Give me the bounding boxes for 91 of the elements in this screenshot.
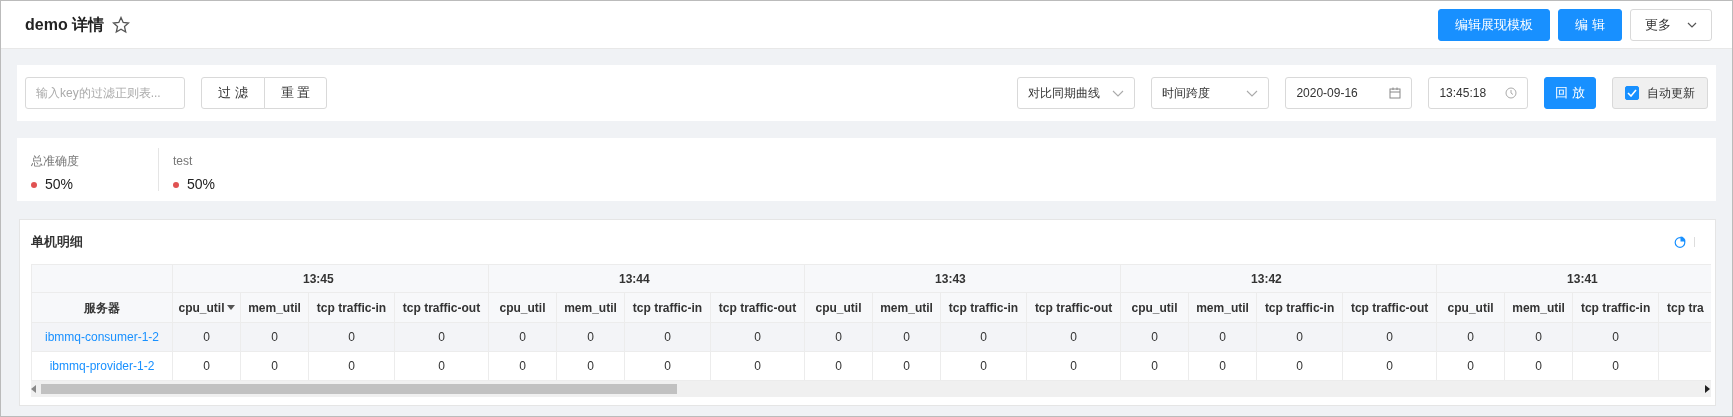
table-cell: 0 bbox=[1504, 322, 1573, 352]
column-header: mem_util bbox=[872, 292, 941, 323]
stat-value: 50% bbox=[187, 175, 216, 194]
column-header: tcp traffic-in bbox=[1572, 292, 1659, 323]
chevron-down-icon bbox=[1112, 89, 1125, 97]
stat-label: 总准确度 bbox=[31, 153, 80, 170]
column-header: mem_util bbox=[240, 292, 309, 323]
column-header: tcp traffic-out bbox=[710, 292, 805, 323]
table-cell: 0 bbox=[1188, 351, 1257, 381]
table-cell: 0 bbox=[710, 351, 805, 381]
column-header: mem_util bbox=[1188, 292, 1257, 323]
column-header: tcp traffic-out bbox=[1342, 292, 1437, 323]
column-header[interactable]: cpu_util bbox=[172, 292, 241, 323]
table-cell: 0 bbox=[1256, 322, 1343, 352]
auto-update-checkbox[interactable]: 自动更新 bbox=[1612, 77, 1708, 109]
column-header: mem_util bbox=[1504, 292, 1573, 323]
filter-button[interactable]: 重 置 bbox=[263, 77, 328, 109]
scrollbar[interactable] bbox=[31, 381, 1711, 397]
star-icon[interactable] bbox=[112, 15, 131, 34]
table-cell: 0 bbox=[940, 351, 1027, 381]
column-header: cpu_util bbox=[488, 292, 557, 323]
column-group-header: 13:44 bbox=[488, 264, 805, 293]
calendar-icon bbox=[1389, 87, 1402, 99]
column-header: tcp tra bbox=[1658, 292, 1711, 323]
table-cell: 0 bbox=[1572, 322, 1659, 352]
time-picker[interactable]: 13:45:18 bbox=[1428, 77, 1529, 109]
column-header: tcp traffic-out bbox=[1026, 292, 1121, 323]
column-header: mem_util bbox=[556, 292, 625, 323]
clock-icon bbox=[1505, 87, 1518, 99]
table-cell: 0 bbox=[1120, 322, 1189, 352]
scrollbar-thumb[interactable] bbox=[41, 384, 677, 394]
page-title: demo 详情 bbox=[25, 14, 105, 35]
table-cell: 0 bbox=[308, 322, 395, 352]
table-cell: 0 bbox=[1436, 351, 1505, 381]
column-header: cpu_util bbox=[1120, 292, 1189, 323]
column-header: tcp traffic-in bbox=[308, 292, 395, 323]
card-title: 单机明细 bbox=[31, 233, 83, 252]
stat-value: 50% bbox=[45, 175, 74, 194]
column-header: tcp traffic-in bbox=[940, 292, 1027, 323]
table-cell: 0 bbox=[1436, 322, 1505, 352]
table-cell: 0 bbox=[556, 322, 625, 352]
table-cell: 0 bbox=[394, 322, 489, 352]
column-header: tcp traffic-in bbox=[624, 292, 711, 323]
column-header: cpu_util bbox=[804, 292, 873, 323]
table-cell: 0 bbox=[940, 322, 1027, 352]
table-cell: 0 bbox=[1120, 351, 1189, 381]
pie-chart-icon[interactable] bbox=[1674, 236, 1686, 248]
stat-label: test bbox=[173, 153, 194, 170]
column-group-header: 13:43 bbox=[804, 264, 1121, 293]
table-cell: 0 bbox=[804, 322, 873, 352]
chevron-down-icon bbox=[1246, 89, 1259, 97]
filter-input[interactable]: 输入key的过滤正则表... bbox=[25, 77, 185, 109]
table-cell: 0 bbox=[488, 322, 557, 352]
check-icon bbox=[1627, 89, 1637, 97]
table-cell: 0 bbox=[240, 322, 309, 352]
scroll-left-icon bbox=[31, 385, 37, 393]
select-dropdown[interactable]: 对比同期曲线 bbox=[1017, 77, 1136, 109]
date-picker[interactable]: 2020-09-16 bbox=[1285, 77, 1413, 109]
table-cell: 0 bbox=[804, 351, 873, 381]
table-cell: 0 bbox=[624, 351, 711, 381]
column-group-header: 13:42 bbox=[1120, 264, 1437, 293]
table-cell: 0 bbox=[1256, 351, 1343, 381]
column-header: tcp traffic-out bbox=[394, 292, 489, 323]
table-cell: 0 bbox=[556, 351, 625, 381]
column-group-header: 13:41 bbox=[1436, 264, 1711, 293]
table-cell: 0 bbox=[172, 351, 241, 381]
table-cell: 0 bbox=[1504, 351, 1573, 381]
filter-button[interactable]: 过 滤 bbox=[201, 77, 265, 109]
table-cell: 0 bbox=[872, 351, 941, 381]
column-header: cpu_util bbox=[1436, 292, 1505, 323]
table-cell: 0 bbox=[710, 322, 805, 352]
table-cell: 0 bbox=[488, 351, 557, 381]
table-cell: 0 bbox=[1572, 351, 1659, 381]
column-group-header: 13:45 bbox=[172, 264, 489, 293]
table-cell: 0 bbox=[308, 351, 395, 381]
table-cell: 0 bbox=[1342, 322, 1437, 352]
table-cell: 0 bbox=[872, 322, 941, 352]
more-dropdown[interactable]: 更多 bbox=[1630, 8, 1712, 41]
table-cell: 0 bbox=[624, 322, 711, 352]
column-header: 服务器 bbox=[31, 292, 173, 323]
select-dropdown[interactable]: 时间跨度 bbox=[1151, 77, 1270, 109]
scroll-right-icon bbox=[1705, 385, 1711, 393]
chevron-down-icon bbox=[1687, 21, 1697, 28]
table-cell: 0 bbox=[1188, 322, 1257, 352]
column-header: tcp traffic-in bbox=[1256, 292, 1343, 323]
table-cell: 0 bbox=[1026, 351, 1121, 381]
table-cell: 0 bbox=[1026, 322, 1121, 352]
table-cell: 0 bbox=[240, 351, 309, 381]
table-cell: 0 bbox=[394, 351, 489, 381]
table-cell: 0 bbox=[1342, 351, 1437, 381]
table-cell: 0 bbox=[172, 322, 241, 352]
